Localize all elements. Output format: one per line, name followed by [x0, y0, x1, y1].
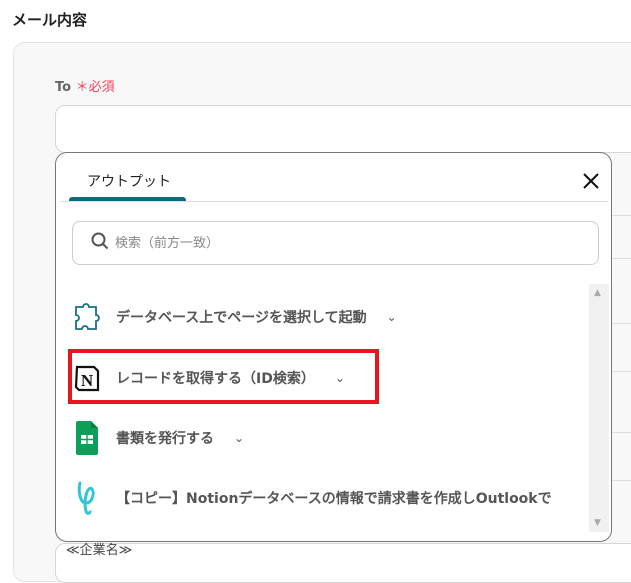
- to-label-text: To: [55, 80, 72, 95]
- close-icon[interactable]: [581, 171, 601, 191]
- highlight-box: [68, 349, 379, 404]
- body-field-text: ≪企業名≫: [66, 543, 133, 558]
- item-label: 書類を発行する: [116, 431, 214, 447]
- body-field[interactable]: ≪企業名≫: [55, 543, 631, 583]
- output-popup: アウトプット データベース上でページを選択して起動⌄ N レコードを取得する（I…: [55, 152, 612, 542]
- required-mark: ＊: [75, 80, 89, 95]
- item-label: 【コピー】Notionデータベースの情報で請求書を作成しOutlookで: [116, 491, 552, 507]
- required-text: 必須: [88, 80, 115, 95]
- scroll-down-icon[interactable]: ▼: [594, 518, 601, 528]
- search-icon: [91, 232, 109, 254]
- search-box[interactable]: [72, 221, 599, 265]
- divider: [612, 480, 631, 481]
- list-item-flow-copy[interactable]: 【コピー】Notionデータベースの情報で請求書を作成しOutlookで: [72, 481, 552, 515]
- search-input[interactable]: [115, 235, 515, 251]
- section-heading: メール内容: [12, 11, 88, 29]
- to-label: To ＊必須: [55, 76, 115, 95]
- to-input[interactable]: [55, 105, 631, 153]
- puzzle-icon: [72, 301, 102, 333]
- divider: [612, 258, 631, 259]
- divider: [612, 215, 631, 216]
- chevron-down-icon: ⌄: [234, 431, 245, 445]
- divider: [612, 371, 631, 372]
- tab-divider: [60, 201, 608, 202]
- scrollbar[interactable]: ▲ ▼: [589, 284, 609, 532]
- item-label: データベース上でページを選択して起動: [116, 310, 367, 326]
- divider: [612, 323, 631, 324]
- tab-output[interactable]: アウトプット: [87, 171, 171, 191]
- scroll-up-icon[interactable]: ▲: [594, 288, 601, 298]
- google-sheets-icon: [72, 421, 102, 455]
- yoom-icon: [72, 481, 102, 515]
- divider: [612, 432, 631, 433]
- list-item-trigger[interactable]: データベース上でページを選択して起動 ⌄: [72, 301, 397, 333]
- list-item-issue-document[interactable]: 書類を発行する ⌄: [72, 421, 245, 455]
- chevron-down-icon: ⌄: [386, 310, 397, 324]
